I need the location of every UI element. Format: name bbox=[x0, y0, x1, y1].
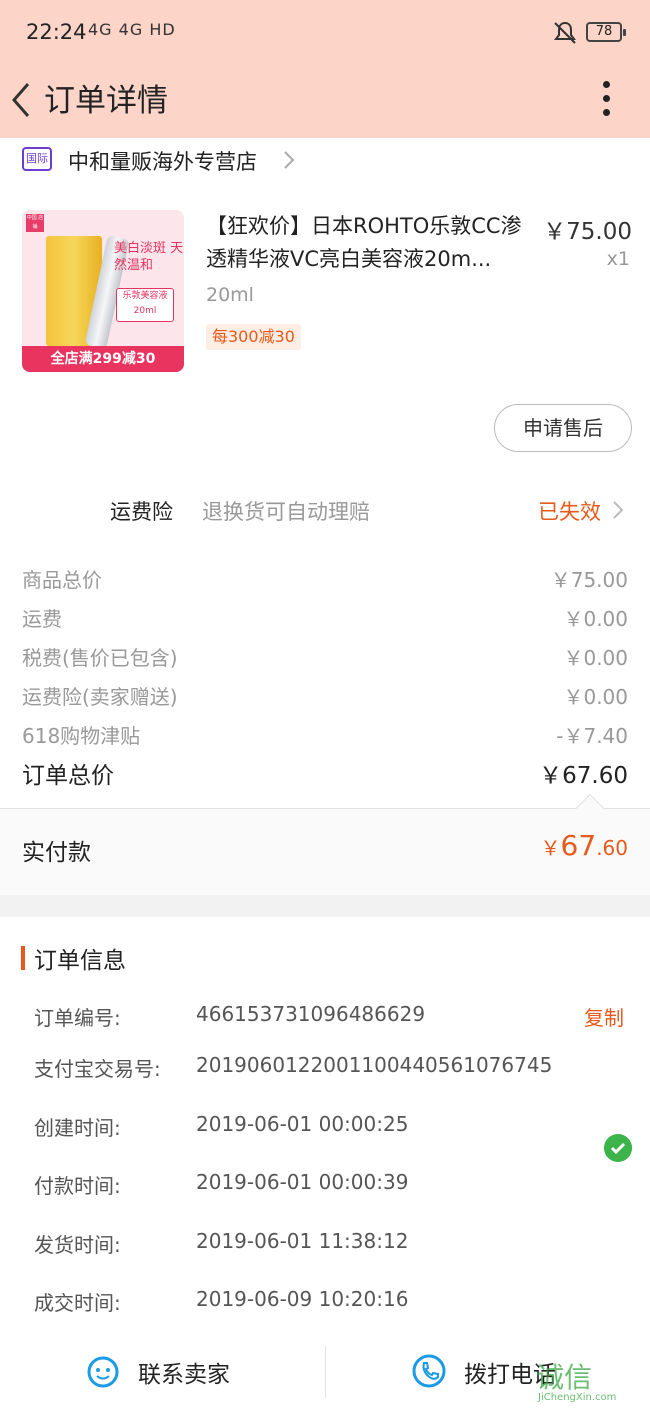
section-gap bbox=[0, 895, 650, 917]
nav-bar: 订单详情 bbox=[0, 66, 650, 138]
fee-label: 税费(售价已包含) bbox=[22, 646, 178, 670]
product-title[interactable]: 【狂欢价】日本ROHTO乐敦CC渗透精华液VC亮白美容液20m... bbox=[206, 210, 536, 276]
info-value: 2019-06-01 11:38:12 bbox=[196, 1229, 409, 1253]
network-indicator: 4G 4G HD bbox=[88, 20, 176, 39]
alipay-trade-row: 支付宝交易号: 2019060122001100440561076745 bbox=[0, 1051, 650, 1085]
section-accent-bar bbox=[21, 946, 25, 970]
status-bar: 22:24 4G 4G HD 78 bbox=[0, 0, 650, 66]
product-card[interactable]: 中国 店铺 美白淡斑 天然温和 乐敦美容液 20ml 全店满299减30 【狂欢… bbox=[0, 196, 650, 396]
fee-row: 运费险(卖家赠送) ￥0.00 bbox=[0, 677, 650, 716]
fee-row: 618购物津贴 -￥7.40 bbox=[0, 716, 650, 755]
info-label: 付款时间: bbox=[34, 1174, 121, 1198]
chat-face-icon bbox=[87, 1356, 119, 1388]
contact-seller-label: 联系卖家 bbox=[138, 1362, 230, 1388]
paid-time-row: 付款时间: 2019-06-01 00:00:39 bbox=[0, 1168, 650, 1202]
fee-value: ￥0.00 bbox=[563, 607, 628, 631]
info-value: 2019-06-09 10:20:16 bbox=[196, 1287, 409, 1311]
order-total-value: ￥67.60 bbox=[539, 763, 628, 789]
paid-label: 实付款 bbox=[22, 840, 91, 866]
chevron-right-icon bbox=[284, 151, 295, 169]
thumb-tagline: 美白淡斑 天然温和 bbox=[114, 241, 184, 273]
thumb-promo-banner: 全店满299减30 bbox=[22, 346, 184, 372]
checkmark-icon bbox=[604, 1134, 632, 1162]
watermark: 诚信 JiChengXin.com bbox=[530, 1356, 646, 1408]
page-title: 订单详情 bbox=[44, 83, 168, 119]
product-price: ￥75.00 bbox=[543, 219, 632, 245]
divider bbox=[325, 1346, 326, 1398]
battery-icon: 78 bbox=[586, 22, 626, 42]
order-total-label: 订单总价 bbox=[22, 763, 114, 789]
thumb-corner-badge: 中国 店铺 bbox=[26, 214, 44, 232]
paid-currency: ￥ bbox=[540, 836, 561, 860]
fee-row: 商品总价 ￥75.00 bbox=[0, 560, 650, 599]
chevron-right-icon bbox=[613, 501, 624, 519]
info-value: 2019-06-01 00:00:25 bbox=[196, 1112, 409, 1136]
fee-label: 运费险(卖家赠送) bbox=[22, 685, 178, 709]
copy-button[interactable]: 复制 bbox=[584, 1002, 624, 1031]
shop-row[interactable]: 国际 中和量贩海外专营店 bbox=[0, 138, 650, 188]
after-sale-button[interactable]: 申请售后 bbox=[494, 404, 632, 452]
info-label: 创建时间: bbox=[34, 1116, 121, 1140]
info-label: 订单编号: bbox=[34, 1006, 121, 1030]
status-time: 22:24 bbox=[26, 20, 87, 44]
shipped-time-row: 发货时间: 2019-06-01 11:38:12 bbox=[0, 1227, 650, 1261]
info-value: 2019-06-01 00:00:39 bbox=[196, 1170, 409, 1194]
order-number-row: 订单编号: 466153731096486629 复制 bbox=[0, 1000, 650, 1034]
paid-integer: 67 bbox=[560, 829, 597, 862]
fee-value: ￥0.00 bbox=[563, 646, 628, 670]
watermark-en: JiChengXin.com bbox=[538, 1392, 617, 1403]
contact-seller-button[interactable]: 联系卖家 bbox=[86, 1340, 286, 1404]
thumb-label: 乐敦美容液 20ml bbox=[116, 288, 174, 322]
shipping-insurance-row[interactable]: 运费险 退换货可自动理赔 已失效 bbox=[0, 484, 650, 538]
promo-tag: 每300减30 bbox=[206, 324, 301, 350]
fee-value: ￥0.00 bbox=[563, 685, 628, 709]
product-quantity: x1 bbox=[606, 248, 630, 270]
product-spec: 20ml bbox=[206, 284, 254, 306]
completed-time-row: 成交时间: 2019-06-09 10:20:16 bbox=[0, 1285, 650, 1319]
fee-value: ￥75.00 bbox=[550, 568, 628, 592]
mute-icon bbox=[554, 21, 576, 44]
order-total-row: 订单总价 ￥67.60 bbox=[0, 754, 650, 794]
insurance-description: 退换货可自动理赔 bbox=[202, 500, 370, 524]
info-label: 支付宝交易号: bbox=[34, 1057, 161, 1081]
paid-decimal: .60 bbox=[596, 836, 628, 860]
fee-label: 商品总价 bbox=[22, 568, 102, 592]
paid-value: ￥67.60 bbox=[541, 829, 628, 862]
fee-value: -￥7.40 bbox=[556, 724, 628, 748]
fee-row: 税费(售价已包含) ￥0.00 bbox=[0, 638, 650, 677]
paid-amount-row: 实付款 ￥67.60 bbox=[0, 809, 650, 895]
phone-icon bbox=[412, 1354, 446, 1388]
shop-name[interactable]: 中和量贩海外专营店 bbox=[68, 146, 257, 176]
insurance-status: 已失效 bbox=[538, 500, 601, 524]
insurance-label: 运费险 bbox=[110, 500, 173, 524]
created-time-row: 创建时间: 2019-06-01 00:00:25 bbox=[0, 1110, 650, 1144]
info-label: 发货时间: bbox=[34, 1233, 121, 1257]
watermark-cn: 诚信 bbox=[536, 1361, 593, 1394]
product-thumbnail[interactable]: 中国 店铺 美白淡斑 天然温和 乐敦美容液 20ml 全店满299减30 bbox=[22, 210, 184, 372]
fee-list: 商品总价 ￥75.00 运费 ￥0.00 税费(售价已包含) ￥0.00 运费险… bbox=[0, 560, 650, 755]
info-label: 成交时间: bbox=[34, 1291, 121, 1315]
back-arrow-icon[interactable] bbox=[6, 78, 36, 122]
info-value: 466153731096486629 bbox=[196, 1002, 426, 1026]
order-info-title: 订单信息 bbox=[34, 948, 126, 974]
fee-label: 运费 bbox=[22, 607, 62, 631]
more-options-icon[interactable] bbox=[596, 78, 616, 124]
fee-label: 618购物津贴 bbox=[22, 724, 141, 748]
fee-row: 运费 ￥0.00 bbox=[0, 599, 650, 638]
global-badge-icon: 国际 bbox=[22, 147, 52, 171]
order-info-header: 订单信息 bbox=[0, 938, 650, 978]
info-value: 2019060122001100440561076745 bbox=[196, 1053, 553, 1077]
